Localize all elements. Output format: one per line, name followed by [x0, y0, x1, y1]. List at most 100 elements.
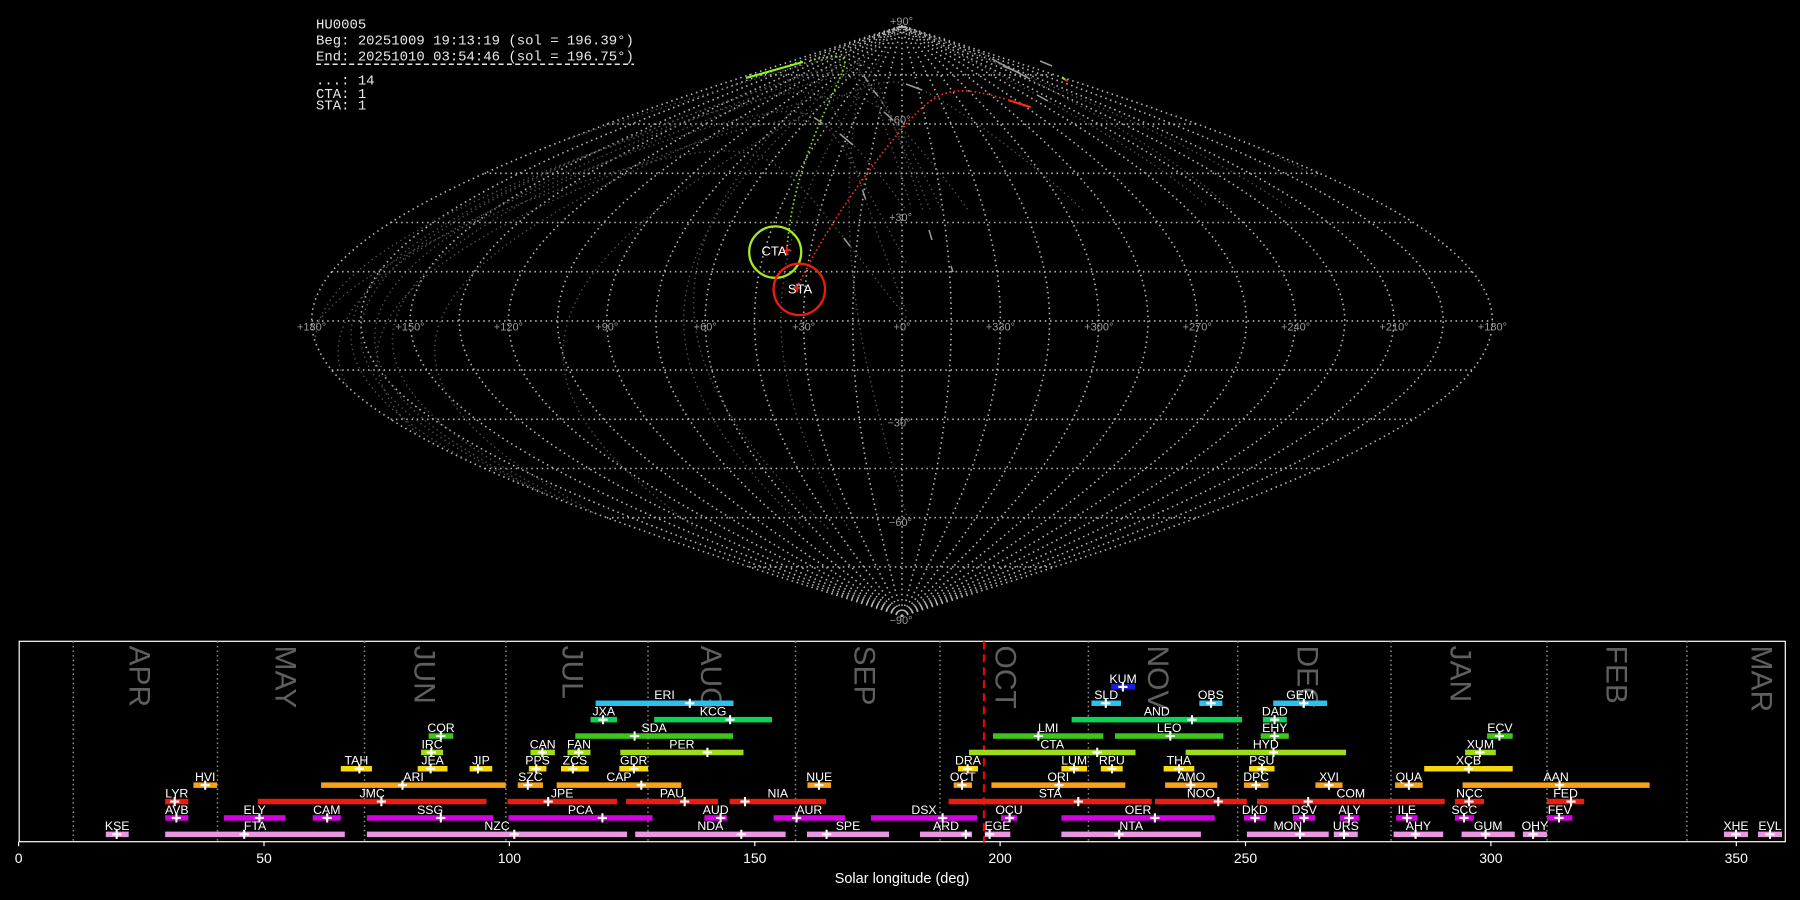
- svg-text:200: 200: [988, 850, 1012, 866]
- svg-text:TAH: TAH: [345, 754, 369, 768]
- svg-text:FEB: FEB: [1600, 646, 1633, 704]
- svg-text:LMI: LMI: [1038, 721, 1059, 735]
- svg-text:CTA: CTA: [1040, 737, 1064, 751]
- svg-text:EVL: EVL: [1758, 819, 1781, 833]
- svg-text:GEM: GEM: [1286, 688, 1314, 702]
- svg-text:XVI: XVI: [1319, 770, 1339, 784]
- svg-text:OCU: OCU: [995, 803, 1022, 817]
- svg-text:ARD: ARD: [933, 819, 959, 833]
- svg-text:−90°: −90°: [889, 615, 912, 627]
- svg-text:+240°: +240°: [1281, 322, 1310, 334]
- svg-text:+330°: +330°: [986, 322, 1015, 334]
- svg-text:ILE: ILE: [1398, 803, 1416, 817]
- svg-text:MON: MON: [1273, 819, 1302, 833]
- svg-text:−60°: −60°: [889, 517, 912, 529]
- svg-text:+90°: +90°: [890, 16, 913, 28]
- svg-text:−30°: −30°: [887, 418, 910, 430]
- svg-text:MAR: MAR: [1744, 646, 1777, 713]
- svg-text:KUM: KUM: [1109, 672, 1136, 686]
- svg-text:ORI: ORI: [1047, 770, 1069, 784]
- svg-text:HU0005: HU0005: [316, 17, 366, 33]
- svg-text:OER: OER: [1125, 803, 1152, 817]
- svg-text:AAN: AAN: [1543, 770, 1568, 784]
- svg-text:JUN: JUN: [408, 646, 441, 704]
- svg-text:AHY: AHY: [1406, 819, 1431, 833]
- svg-text:QUA: QUA: [1396, 770, 1423, 784]
- svg-text:HYD: HYD: [1253, 737, 1279, 751]
- svg-text:FTA: FTA: [244, 819, 267, 833]
- svg-text:CTA: CTA: [761, 244, 786, 259]
- svg-text:PCA: PCA: [568, 803, 594, 817]
- svg-text:+0°: +0°: [894, 322, 911, 334]
- svg-text:+300°: +300°: [1084, 322, 1113, 334]
- svg-text:STA: STA: [788, 282, 813, 297]
- svg-text:XHE: XHE: [1723, 819, 1748, 833]
- svg-text:URS: URS: [1333, 819, 1359, 833]
- svg-text:JXA: JXA: [593, 705, 616, 719]
- svg-text:Solar longitude (deg): Solar longitude (deg): [835, 871, 970, 887]
- svg-text:PAU: PAU: [660, 787, 684, 801]
- svg-text:JMC: JMC: [359, 787, 384, 801]
- svg-text:JUL: JUL: [556, 646, 589, 699]
- svg-text:KSE: KSE: [105, 819, 130, 833]
- svg-text:SZC: SZC: [518, 770, 543, 784]
- svg-text:STA: 1: STA: 1: [316, 99, 366, 115]
- svg-text:+210°: +210°: [1379, 322, 1408, 334]
- svg-text:FED: FED: [1553, 787, 1578, 801]
- svg-text:ERI: ERI: [654, 688, 675, 702]
- svg-text:250: 250: [1234, 850, 1258, 866]
- svg-text:+150°: +150°: [395, 322, 424, 334]
- svg-text:LUM: LUM: [1061, 754, 1087, 768]
- svg-text:JPE: JPE: [551, 787, 574, 801]
- svg-text:COR: COR: [427, 721, 454, 735]
- svg-text:JEA: JEA: [421, 754, 444, 768]
- svg-text:ARI: ARI: [403, 770, 424, 784]
- svg-text:CAP: CAP: [606, 770, 631, 784]
- svg-text:XCB: XCB: [1456, 754, 1481, 768]
- svg-text:SEP: SEP: [847, 646, 880, 706]
- svg-text:APR: APR: [122, 646, 155, 708]
- svg-text:300: 300: [1479, 850, 1503, 866]
- svg-text:DSV: DSV: [1292, 803, 1318, 817]
- svg-text:DSX: DSX: [911, 803, 936, 817]
- svg-text:ZCS: ZCS: [563, 754, 588, 768]
- svg-text:COM: COM: [1336, 787, 1365, 801]
- svg-text:+120°: +120°: [494, 322, 523, 334]
- svg-text:+180°: +180°: [1478, 322, 1507, 334]
- svg-text:OCT: OCT: [950, 770, 976, 784]
- svg-text:+60°: +60°: [694, 322, 717, 334]
- svg-text:DKD: DKD: [1242, 803, 1268, 817]
- svg-text:SPE: SPE: [836, 819, 861, 833]
- svg-text:FEV: FEV: [1548, 803, 1573, 817]
- svg-text:FAN: FAN: [567, 737, 591, 751]
- svg-text:OCT: OCT: [989, 646, 1022, 709]
- svg-text:AVB: AVB: [165, 803, 189, 817]
- svg-text:KCG: KCG: [700, 705, 727, 719]
- svg-text:CAN: CAN: [530, 737, 556, 751]
- svg-text:AUR: AUR: [796, 803, 822, 817]
- svg-text:+90°: +90°: [595, 322, 618, 334]
- svg-text:EGE: EGE: [985, 819, 1011, 833]
- svg-text:AND: AND: [1144, 705, 1170, 719]
- svg-text:HVI: HVI: [195, 770, 216, 784]
- svg-text:XUM: XUM: [1467, 737, 1494, 751]
- svg-text:ALY: ALY: [1338, 803, 1360, 817]
- svg-text:NIA: NIA: [768, 787, 789, 801]
- svg-text:NZC: NZC: [484, 819, 509, 833]
- svg-text:LYR: LYR: [165, 787, 188, 801]
- svg-text:PSU: PSU: [1249, 754, 1274, 768]
- svg-text:MAY: MAY: [268, 646, 301, 709]
- svg-text:ELY: ELY: [244, 803, 266, 817]
- svg-text:OHY: OHY: [1522, 819, 1549, 833]
- svg-text:0: 0: [15, 850, 23, 866]
- svg-text:GDR: GDR: [620, 754, 647, 768]
- svg-text:NOV: NOV: [1141, 646, 1174, 711]
- svg-text:SDA: SDA: [641, 721, 667, 735]
- svg-text:LEO: LEO: [1157, 721, 1182, 735]
- svg-text:150: 150: [743, 850, 767, 866]
- svg-text:DPC: DPC: [1243, 770, 1269, 784]
- svg-text:JIP: JIP: [472, 754, 490, 768]
- svg-text:+270°: +270°: [1183, 322, 1212, 334]
- svg-text:IRC: IRC: [422, 737, 443, 751]
- svg-text:+30°: +30°: [792, 322, 815, 334]
